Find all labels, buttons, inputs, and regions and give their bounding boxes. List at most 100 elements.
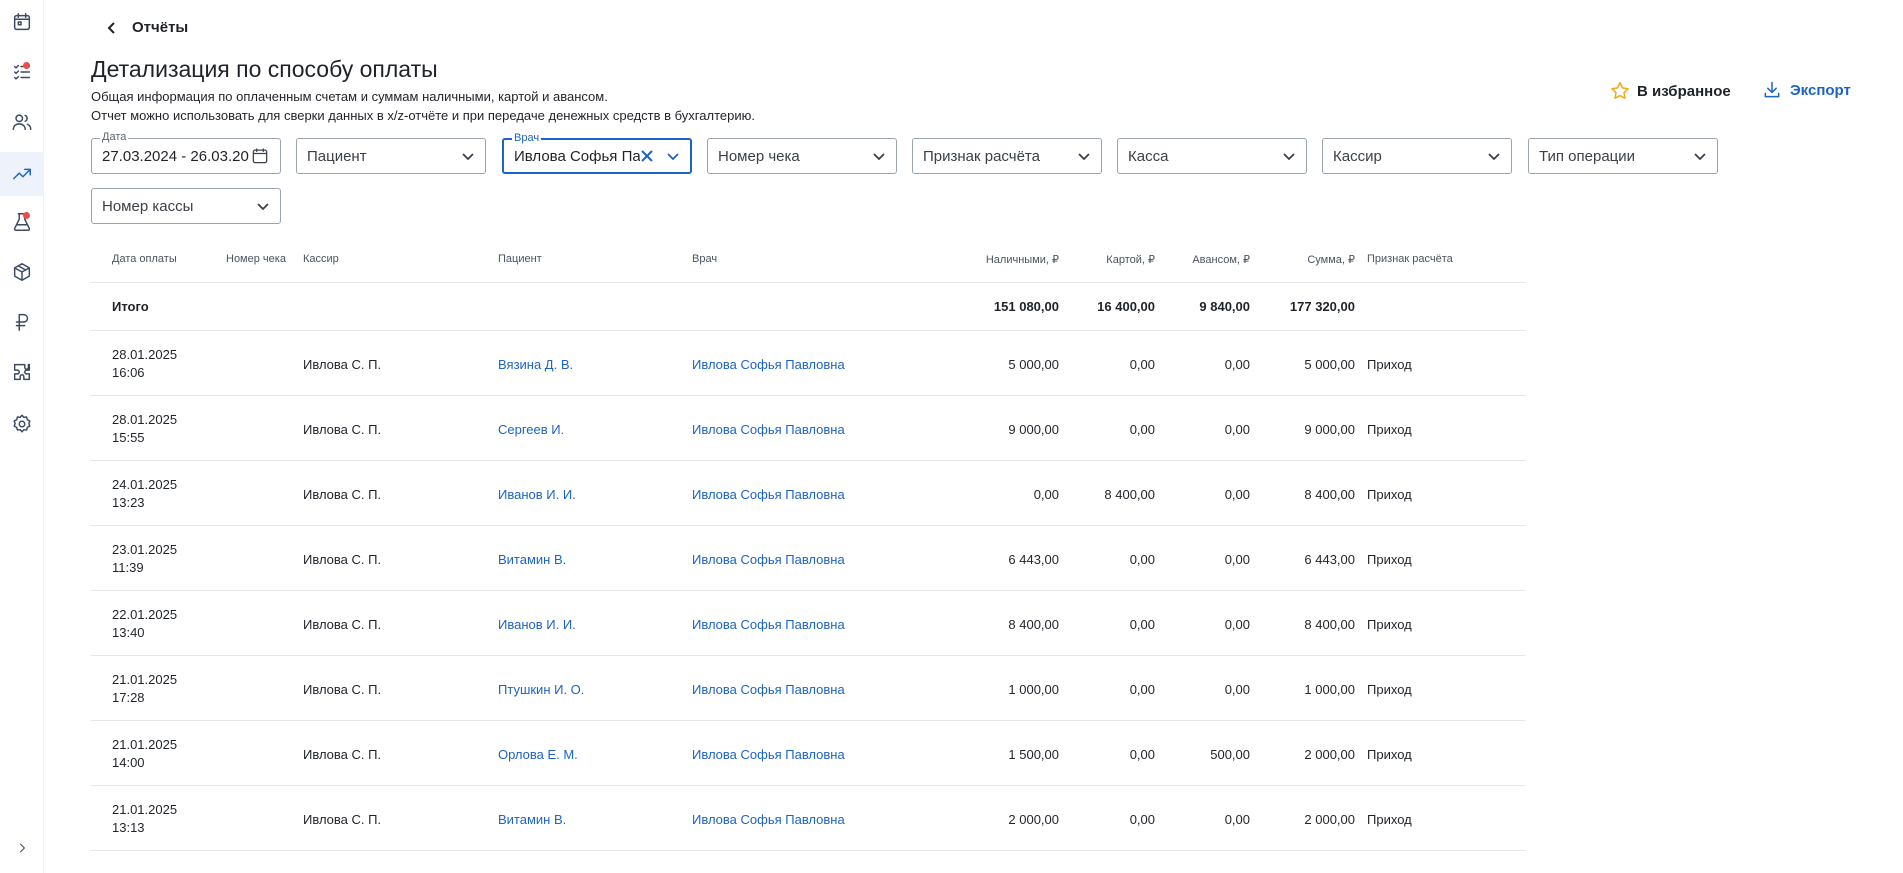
table-row[interactable]: 28.01.2025 16:06 Ивлова С. П. Вязина Д. В.… xyxy=(91,331,1525,396)
row-doctor-link[interactable]: Ивлова Софья Павловна xyxy=(692,682,845,697)
row-patient-link[interactable]: Вязина Д. В. xyxy=(498,357,573,372)
row-sign: Приход xyxy=(1367,552,1412,567)
row-sign: Приход xyxy=(1367,487,1412,502)
row-doctor-link[interactable]: Ивлова Софья Павловна xyxy=(692,747,845,762)
row-advance: 500,00 xyxy=(1210,747,1250,762)
chevron-left-icon xyxy=(107,21,115,34)
col-patient[interactable]: Пациент xyxy=(498,253,542,265)
col-sum[interactable]: Сумма, ₽ xyxy=(1307,253,1355,266)
row-sign: Приход xyxy=(1367,682,1412,697)
col-advance[interactable]: Авансом, ₽ xyxy=(1192,253,1250,266)
row-card: 0,00 xyxy=(1129,617,1155,632)
row-date: 21.01.2025 17:28 xyxy=(112,672,178,705)
date-filter-label: Дата xyxy=(100,131,129,143)
col-cash[interactable]: Наличными, ₽ xyxy=(986,253,1059,266)
table-row[interactable]: 24.01.2025 13:23 Ивлова С. П. Иванов И. И.… xyxy=(91,461,1525,526)
col-sign[interactable]: Признак расчёта xyxy=(1367,253,1453,265)
cashier-filter[interactable]: Кассир xyxy=(1322,138,1512,174)
total-card: 16 400,00 xyxy=(1097,299,1155,314)
row-doctor-link[interactable]: Ивлова Софья Павловна xyxy=(692,422,845,437)
table-row[interactable]: 22.01.2025 13:40 Ивлова С. П. Иванов И. И.… xyxy=(91,591,1525,656)
export-button[interactable]: Экспорт xyxy=(1762,80,1851,100)
row-patient-link[interactable]: Птушкин И. О. xyxy=(498,682,584,697)
calendar-icon[interactable] xyxy=(8,8,36,36)
chevron-down-icon xyxy=(1078,153,1090,161)
table-row[interactable]: 28.01.2025 15:55 Ивлова С. П. Сергеев И. Ив… xyxy=(91,396,1525,461)
row-patient-link[interactable]: Орлова Е. М. xyxy=(498,747,578,762)
clear-icon[interactable] xyxy=(640,149,654,163)
row-cashier: Ивлова С. П. xyxy=(303,747,382,762)
row-card: 0,00 xyxy=(1129,422,1155,437)
chevron-down-icon xyxy=(1283,153,1295,161)
finance-icon[interactable] xyxy=(8,308,36,336)
payment-sign-filter-placeholder: Признак расчёта xyxy=(923,147,1040,165)
col-card[interactable]: Картой, ₽ xyxy=(1106,253,1155,266)
row-sign: Приход xyxy=(1367,812,1412,827)
col-date[interactable]: Дата оплаты xyxy=(112,253,177,265)
doctor-filter[interactable]: Врач Ивлова Софья Павловна xyxy=(502,132,692,174)
row-doctor-link[interactable]: Ивлова Софья Павловна xyxy=(692,617,845,632)
row-advance: 0,00 xyxy=(1224,682,1250,697)
sidebar-expand-icon[interactable] xyxy=(12,838,32,858)
table-row[interactable]: 21.01.2025 13:13 Ивлова С. П. Витамин В. Ив… xyxy=(91,786,1525,851)
payment-sign-filter[interactable]: Признак расчёта xyxy=(912,138,1102,174)
operation-type-filter-placeholder: Тип операции xyxy=(1539,147,1636,165)
row-advance: 0,00 xyxy=(1224,812,1250,827)
row-cash: 8 400,00 xyxy=(1008,617,1059,632)
total-cash: 151 080,00 xyxy=(993,299,1059,314)
table-row[interactable]: 23.01.2025 11:39 Ивлова С. П. Витамин В. Ив… xyxy=(91,526,1525,591)
row-date: 28.01.2025 16:06 xyxy=(112,347,178,380)
row-doctor-link[interactable]: Ивлова Софья Павловна xyxy=(692,357,845,372)
operation-type-filter[interactable]: Тип операции xyxy=(1528,138,1718,174)
row-advance: 0,00 xyxy=(1224,617,1250,632)
check-number-filter[interactable]: Номер чека xyxy=(707,138,897,174)
row-sum: 8 400,00 xyxy=(1304,487,1355,502)
row-date: 24.01.2025 13:23 xyxy=(112,477,178,510)
col-check[interactable]: Номер чека xyxy=(226,253,286,265)
row-doctor-link[interactable]: Ивлова Софья Павловна xyxy=(692,812,845,827)
row-card: 0,00 xyxy=(1129,747,1155,762)
row-patient-link[interactable]: Витамин В. xyxy=(498,552,566,567)
cash-desk-filter[interactable]: Касса xyxy=(1117,138,1307,174)
back-button[interactable]: Отчёты xyxy=(106,19,188,36)
row-patient-link[interactable]: Иванов И. И. xyxy=(498,487,576,502)
col-cashier[interactable]: Кассир xyxy=(303,253,339,265)
payments-table: Дата оплаты Номер чека Кассир Пациент Вр… xyxy=(91,243,1525,851)
calendar-icon[interactable] xyxy=(250,146,270,166)
favorite-label: В избранное xyxy=(1637,82,1731,100)
date-filter[interactable]: Дата 27.03.2024 - 26.03.20 xyxy=(91,131,281,174)
favorite-button[interactable]: В избранное xyxy=(1609,80,1731,102)
cash-desk-number-filter[interactable]: Номер кассы xyxy=(91,188,281,224)
row-patient-link[interactable]: Сергеев И. xyxy=(498,422,564,437)
row-cashier: Ивлова С. П. xyxy=(303,552,382,567)
row-sign: Приход xyxy=(1367,357,1412,372)
lab-icon[interactable] xyxy=(8,208,36,236)
row-card: 0,00 xyxy=(1129,812,1155,827)
tasks-icon[interactable] xyxy=(8,58,36,86)
date-filter-value: 27.03.2024 - 26.03.20 xyxy=(102,147,249,165)
total-advance: 9 840,00 xyxy=(1199,299,1250,314)
row-cashier: Ивлова С. П. xyxy=(303,617,382,632)
row-sign: Приход xyxy=(1367,422,1412,437)
row-patient-link[interactable]: Витамин В. xyxy=(498,812,566,827)
row-cash: 5 000,00 xyxy=(1008,357,1059,372)
row-cashier: Ивлова С. П. xyxy=(303,487,382,502)
table-row[interactable]: 21.01.2025 14:00 Ивлова С. П. Орлова Е. М.… xyxy=(91,721,1525,786)
row-sum: 5 000,00 xyxy=(1304,357,1355,372)
integrations-icon[interactable] xyxy=(8,358,36,386)
settings-icon[interactable] xyxy=(8,410,36,438)
total-row: Итого 151 080,00 16 400,00 9 840,00 177 … xyxy=(91,283,1525,331)
row-patient-link[interactable]: Иванов И. И. xyxy=(498,617,576,632)
patients-icon[interactable] xyxy=(8,108,36,136)
row-date: 21.01.2025 13:13 xyxy=(112,802,178,835)
patient-filter[interactable]: Пациент xyxy=(296,138,486,174)
row-doctor-link[interactable]: Ивлова Софья Павловна xyxy=(692,552,845,567)
row-doctor-link[interactable]: Ивлова Софья Павловна xyxy=(692,487,845,502)
col-doctor[interactable]: Врач xyxy=(692,253,717,265)
export-label: Экспорт xyxy=(1790,81,1851,99)
table-row[interactable]: 21.01.2025 17:28 Ивлова С. П. Птушкин И. О… xyxy=(91,656,1525,721)
table-header: Дата оплаты Номер чека Кассир Пациент Вр… xyxy=(91,243,1525,283)
warehouse-icon[interactable] xyxy=(8,258,36,286)
reports-icon[interactable] xyxy=(8,160,36,188)
row-sign: Приход xyxy=(1367,747,1412,762)
